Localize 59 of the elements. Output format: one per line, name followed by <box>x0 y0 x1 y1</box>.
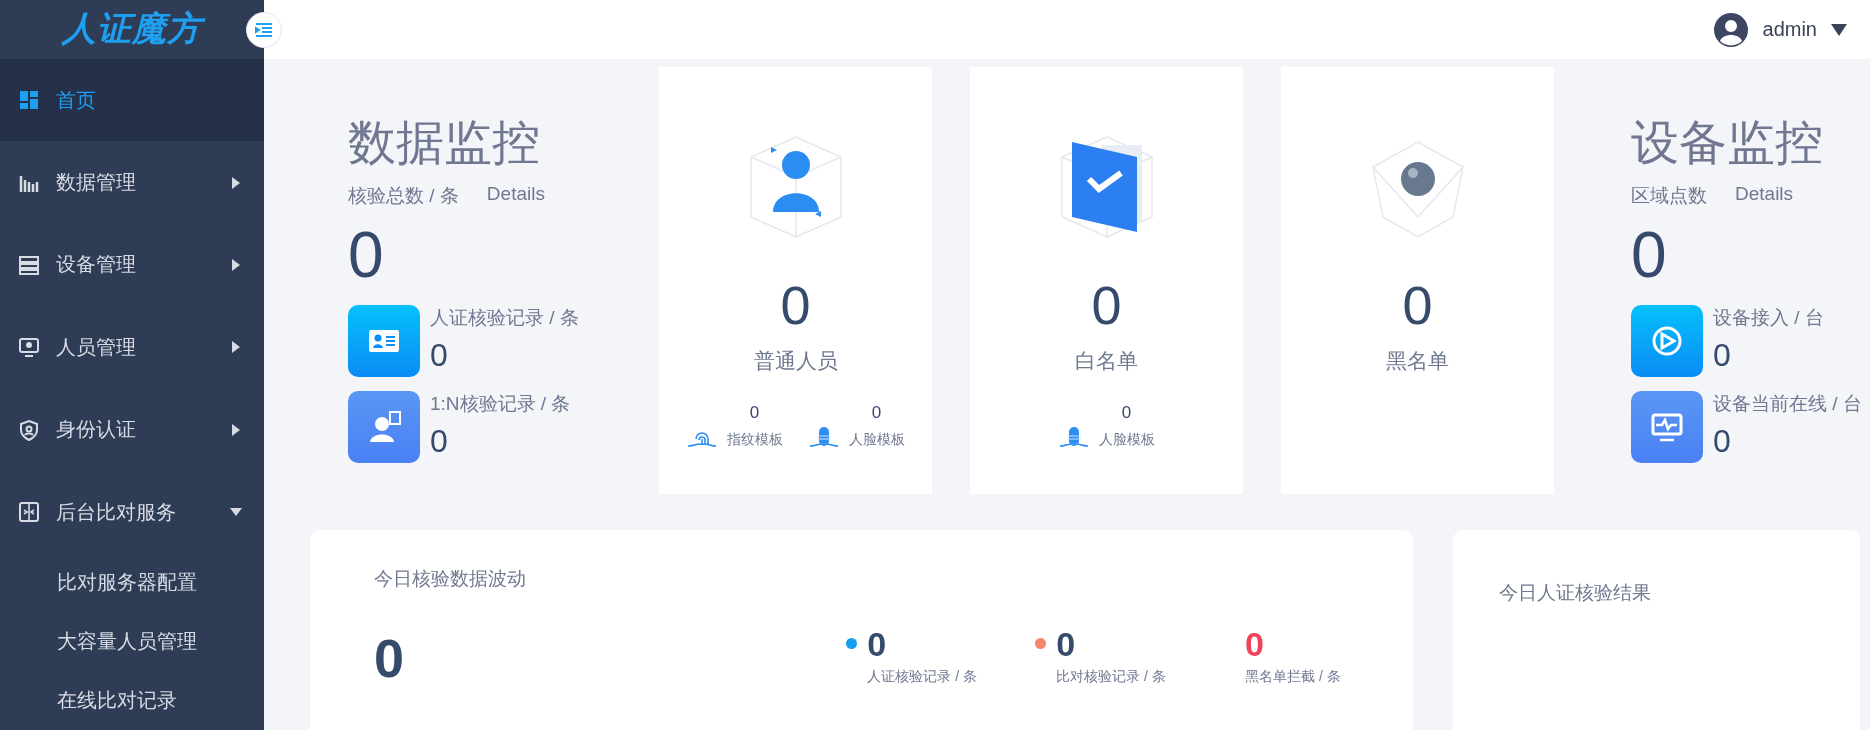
details-link[interactable]: Details <box>1735 183 1794 210</box>
card-value: 0 <box>1091 275 1122 336</box>
total-value: 0 <box>348 219 385 292</box>
legend-label: 人证核验记录 / 条 <box>867 668 977 686</box>
panel-title: 今日核验数据波动 <box>374 567 527 591</box>
shield-person-icon <box>18 418 40 441</box>
split-icon <box>18 501 40 524</box>
panel-title: 今日人证核验结果 <box>1499 581 1652 605</box>
user-name[interactable]: admin <box>1762 18 1817 42</box>
monitor-pulse-icon <box>1631 391 1703 464</box>
avatar-icon[interactable] <box>1712 11 1749 48</box>
card-label: 普通人员 <box>753 348 838 375</box>
template-label: 指纹模板 <box>726 431 783 450</box>
total-label: 区域点数 <box>1631 184 1707 209</box>
card-label: 白名单 <box>1075 348 1138 375</box>
card-value: 0 <box>1402 275 1433 336</box>
stat-value: 0 <box>1713 337 1732 375</box>
section-title: 数据监控 <box>348 115 541 172</box>
template-count: 0 <box>749 403 760 424</box>
total-value: 0 <box>1631 219 1668 292</box>
total-label: 核验总数 / 条 <box>348 184 459 209</box>
template-label: 人脸模板 <box>1098 431 1155 450</box>
template-label: 人脸模板 <box>848 431 905 450</box>
submenu-item[interactable]: 在线比对记录 <box>0 671 264 730</box>
sidebar-item[interactable]: 人员管理 <box>0 306 264 389</box>
server-icon <box>18 253 40 276</box>
details-link[interactable]: Details <box>486 183 545 210</box>
legend-value: 0 <box>867 626 888 662</box>
stat-label: 设备接入 / 台 <box>1713 306 1824 331</box>
legend-value: 0 <box>1056 626 1077 662</box>
sidebar-item[interactable]: 数据管理 <box>0 141 264 224</box>
face-scan-icon <box>348 391 420 464</box>
monitor-person-icon <box>18 336 40 359</box>
trend-total: 0 <box>374 630 406 686</box>
face-scan-icon <box>1058 427 1089 450</box>
legend-value: 0 <box>1245 626 1265 662</box>
card-label: 黑名单 <box>1386 348 1449 375</box>
sidebar-item[interactable]: 设备管理 <box>0 223 264 307</box>
stat-label: 人证核验记录 / 条 <box>430 306 579 331</box>
legend-label: 黑名单拦截 / 条 <box>1245 668 1341 686</box>
legend-label: 比对核验记录 / 条 <box>1056 668 1166 686</box>
sidebar-item[interactable]: 后台比对服务 <box>0 471 264 554</box>
stat-value: 0 <box>430 423 449 461</box>
stat-label: 1:N核验记录 / 条 <box>430 392 571 417</box>
stat-value: 0 <box>430 337 449 375</box>
sidebar-item[interactable]: 首页 <box>0 58 264 142</box>
stat-label: 设备当前在线 / 台 <box>1713 392 1862 417</box>
card-value: 0 <box>780 275 811 336</box>
submenu-item[interactable]: 大容量人员管理 <box>0 612 264 672</box>
face-scan-icon <box>808 427 839 450</box>
sidebar-item[interactable]: 身份认证 <box>0 388 264 471</box>
dashboard-icon <box>18 89 40 112</box>
section-title: 设备监控 <box>1631 115 1824 172</box>
template-count: 0 <box>1121 403 1132 424</box>
id-card-icon <box>348 305 420 378</box>
template-count: 0 <box>871 403 882 424</box>
stat-value: 0 <box>1713 423 1732 461</box>
submenu-item[interactable]: 比对服务器配置 <box>0 553 264 613</box>
dropdown-caret-icon[interactable] <box>1831 23 1847 36</box>
